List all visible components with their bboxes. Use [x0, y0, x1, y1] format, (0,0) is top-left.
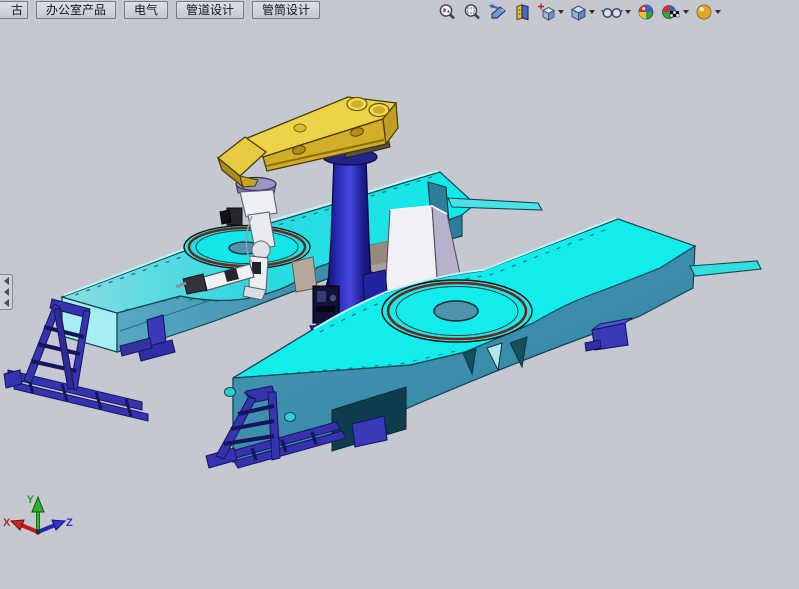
view-orientation-button[interactable] — [536, 2, 565, 22]
tab-electrical[interactable]: 电气 — [124, 1, 168, 19]
hide-show-items-icon — [601, 3, 623, 21]
feature-tree-collapse-handle[interactable] — [0, 274, 13, 310]
view-settings-icon — [695, 3, 713, 21]
view-orientation-dropdown-arrow[interactable] — [558, 10, 564, 14]
heads-up-view-toolbar — [437, 2, 722, 22]
checkered-flag — [670, 11, 679, 17]
collapse-arrow-icon — [4, 299, 9, 307]
view-settings-dropdown-arrow[interactable] — [715, 10, 721, 14]
zoom-to-area-icon — [463, 3, 482, 21]
right-ring-bore — [434, 301, 478, 321]
hide-show-items-dropdown-arrow[interactable] — [625, 10, 631, 14]
robot-wrist-motor — [252, 262, 261, 274]
tab-tubing-design[interactable]: 管筒设计 — [252, 1, 320, 19]
viewport-3d[interactable]: Y X Z — [0, 0, 799, 589]
hide-show-items-button[interactable] — [600, 2, 632, 22]
display-style-dropdown-arrow[interactable] — [589, 10, 595, 14]
collapse-arrow-icon — [4, 277, 9, 285]
triad-y-label: Y — [27, 494, 35, 506]
trunnion-pin — [285, 413, 296, 422]
collapse-arrow-icon — [4, 288, 9, 296]
apply-scene-button[interactable] — [660, 2, 690, 22]
view-settings-button[interactable] — [694, 2, 722, 22]
tab-partial[interactable]: 古 — [0, 1, 28, 19]
zoom-to-fit-button[interactable] — [437, 2, 458, 22]
triad-x-label: X — [3, 517, 11, 529]
tab-piping-design[interactable]: 管道设计 — [176, 1, 244, 19]
rotate-view-button[interactable] — [487, 2, 509, 22]
application-window: Y X Z 古 办公室产品 电气 管道设计 管筒设计 — [0, 0, 799, 589]
section-view-icon — [514, 3, 531, 21]
section-view-button[interactable] — [513, 2, 532, 22]
edit-appearance-icon — [637, 3, 655, 21]
zoom-to-area-button[interactable] — [462, 2, 483, 22]
apply-scene-dropdown-arrow[interactable] — [683, 10, 689, 14]
display-style-icon — [570, 3, 587, 21]
apply-scene-icon — [661, 3, 681, 21]
command-manager-tabs: 古 办公室产品 电气 管道设计 管筒设计 — [0, 1, 320, 20]
rotate-view-icon — [488, 3, 508, 21]
view-orientation-icon — [537, 3, 556, 21]
tab-office-products[interactable]: 办公室产品 — [36, 1, 116, 19]
triad-z-label: Z — [66, 517, 73, 529]
right-slewing-ring[interactable] — [382, 280, 532, 342]
trunnion-pin — [225, 388, 236, 397]
zoom-to-fit-icon — [438, 3, 457, 21]
edit-appearance-button[interactable] — [636, 2, 656, 22]
display-style-button[interactable] — [569, 2, 596, 22]
